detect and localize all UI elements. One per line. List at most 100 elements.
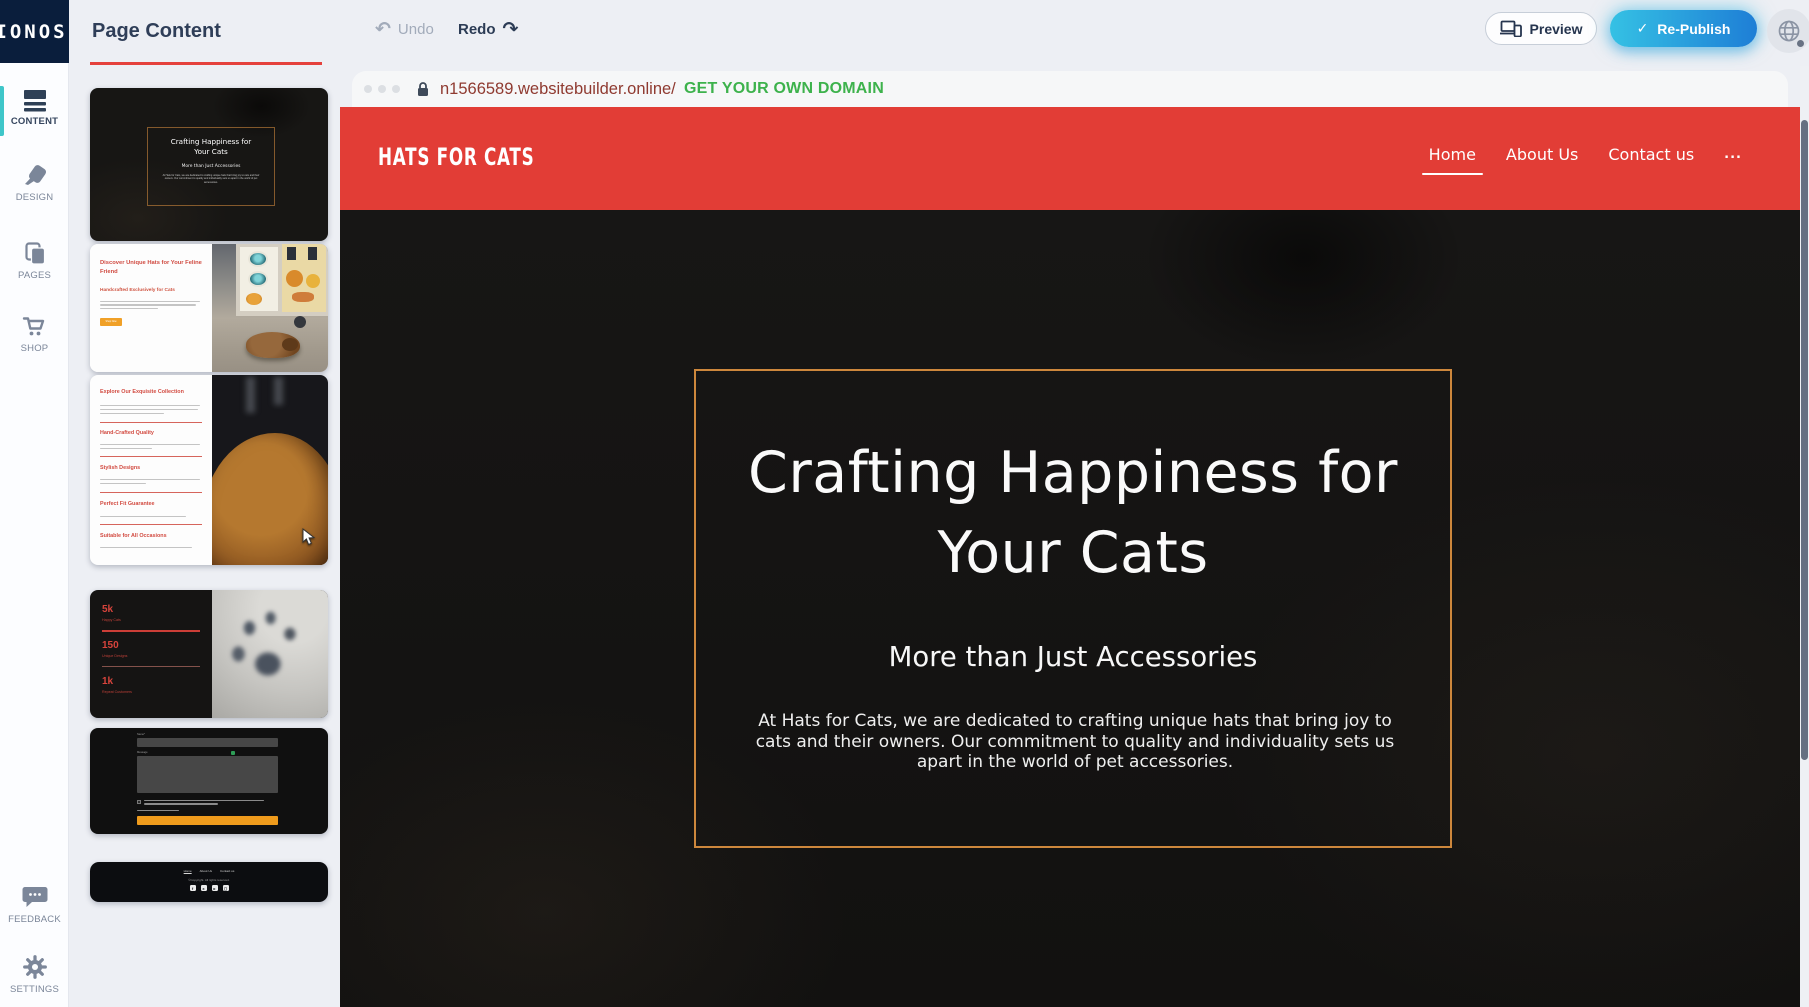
thumb-shop-heading: Discover Unique Hats for Your Feline Fri… xyxy=(100,259,202,276)
stat-label: Happy Cats xyxy=(102,618,121,622)
browser-url-bar: n1566589.websitebuilder.online/ GET YOUR… xyxy=(352,71,1788,107)
site-nav: Home About Us Contact us ... xyxy=(1429,145,1742,164)
section-thumbnail-hero[interactable]: Crafting Happiness forYour Cats More tha… xyxy=(90,88,328,241)
thumb-collection-heading: Explore Our Exquisite Collection xyxy=(100,389,184,395)
thumb-form-checkbox xyxy=(137,800,141,804)
mouse-cursor xyxy=(302,528,316,546)
section-thumbnail-collection[interactable]: Explore Our Exquisite Collection Hand-Cr… xyxy=(90,375,328,565)
hero-title: Crafting Happiness forYour Cats xyxy=(696,433,1450,593)
thumb-form-name-label: Name* xyxy=(137,733,145,736)
preview-button[interactable]: Preview xyxy=(1485,12,1597,45)
sidebar-item-label: SETTINGS xyxy=(10,984,59,995)
site-brand-logo[interactable]: HATS FOR CATS xyxy=(378,143,534,171)
thumb-shop-text-pane: Discover Unique Hats for Your Feline Fri… xyxy=(90,244,212,372)
thumb-form-name-input xyxy=(137,738,278,747)
sidebar-item-label: FEEDBACK xyxy=(8,914,61,925)
text-placeholder-lines xyxy=(144,800,264,807)
window-control-dots xyxy=(364,85,400,93)
sidebar-item-pages[interactable]: PAGES xyxy=(0,240,69,281)
thumb-hero-title: Crafting Happiness forYour Cats xyxy=(171,137,252,157)
cat-figure xyxy=(246,332,300,358)
notification-dot xyxy=(1797,40,1804,47)
stat-value: 1k xyxy=(102,676,113,687)
thumb-collection-heading: Suitable for All Occasions xyxy=(100,533,167,539)
devices-icon xyxy=(1500,20,1522,37)
facebook-icon: f xyxy=(190,885,196,891)
sidebar-item-settings[interactable]: SETTINGS xyxy=(0,954,69,995)
ionos-logo[interactable]: IONOS xyxy=(0,0,69,63)
sidebar-item-label: PAGES xyxy=(18,270,51,281)
redo-button[interactable]: Redo ↷ xyxy=(458,16,518,42)
feedback-bubble-icon xyxy=(21,884,49,910)
shop-cart-icon xyxy=(21,314,48,339)
design-icon xyxy=(22,162,48,188)
section-thumbnail-contact[interactable]: Name* Message xyxy=(90,728,328,834)
thumb-collection-heading: Hand-Crafted Quality xyxy=(100,430,154,436)
ionos-logo-text: IONOS xyxy=(0,21,68,43)
thumb-stats-pane: 5k Happy Cats 150 Unique Designs 1k Repe… xyxy=(90,590,212,718)
section-thumbnail-stats[interactable]: 5k Happy Cats 150 Unique Designs 1k Repe… xyxy=(90,590,328,718)
sidebar-item-label: DESIGN xyxy=(16,192,54,203)
hero-content-box[interactable]: Crafting Happiness forYour Cats More tha… xyxy=(694,369,1452,848)
undo-button[interactable]: ↶ Undo xyxy=(375,16,434,42)
cart-wheel xyxy=(294,316,306,328)
text-placeholder-lines xyxy=(100,301,200,311)
food-cart xyxy=(236,244,328,316)
sidebar-item-feedback[interactable]: FEEDBACK xyxy=(0,884,69,925)
get-domain-link[interactable]: GET YOUR OWN DOMAIN xyxy=(684,80,884,98)
thumb-form-submit-button xyxy=(137,816,278,825)
nav-contact[interactable]: Contact us xyxy=(1608,145,1694,164)
site-header[interactable]: HATS FOR CATS Home About Us Contact us .… xyxy=(340,107,1800,210)
republish-button[interactable]: ✓ Re-Publish xyxy=(1610,10,1757,47)
pages-icon xyxy=(22,240,48,266)
thumb-hero-box: Crafting Happiness forYour Cats More tha… xyxy=(147,127,275,206)
nav-more-menu[interactable]: ... xyxy=(1724,147,1742,162)
youtube-icon: ▸ xyxy=(212,885,218,891)
thumb-shop-now-button: Shop Now xyxy=(100,318,122,326)
scrollbar-thumb[interactable] xyxy=(1801,120,1808,760)
twitter-icon: x xyxy=(201,885,207,891)
stat-label: Repeat Customers xyxy=(102,690,132,694)
thumb-shop-cat-photo xyxy=(212,244,328,372)
form-status-icon xyxy=(231,751,235,755)
thumb-pawprint-photo xyxy=(212,590,328,718)
thumb-collection-list: Explore Our Exquisite Collection Hand-Cr… xyxy=(90,375,212,565)
thumb-collection-heading: Stylish Designs xyxy=(100,465,140,471)
sidebar-item-design[interactable]: DESIGN xyxy=(0,162,69,203)
panel-title: Page Content xyxy=(92,20,221,43)
stat-value: 150 xyxy=(102,640,119,651)
nav-home[interactable]: Home xyxy=(1429,145,1476,164)
section-thumbnail-footer[interactable]: Home About Us Contact us ©Copyright. All… xyxy=(90,862,328,902)
sidebar-item-shop[interactable]: SHOP xyxy=(0,314,69,354)
thumb-form-message-label: Message xyxy=(137,751,148,754)
thumb-footer-social-icons: f x ▸ ◻ xyxy=(90,885,328,891)
paw-print xyxy=(220,606,312,706)
thumb-footer-copyright: ©Copyright. All rights reserved. xyxy=(90,878,328,882)
settings-gear-icon xyxy=(22,954,48,980)
stat-label: Unique Designs xyxy=(102,654,127,658)
sidebar-item-label: CONTENT xyxy=(11,116,58,127)
sidebar-item-content[interactable]: CONTENT xyxy=(0,88,69,127)
section-thumbnail-shop[interactable]: Discover Unique Hats for Your Feline Fri… xyxy=(90,244,328,372)
thumb-hero-body: At Hats for Cats, we are dedicated to cr… xyxy=(158,174,264,184)
thumb-footer-nav: Home About Us Contact us xyxy=(90,869,328,873)
instagram-icon: ◻ xyxy=(223,885,229,891)
language-globe-button[interactable] xyxy=(1767,9,1809,53)
thumb-hero-subtitle: More than Just Accessories xyxy=(182,164,241,169)
thumb-collection-heading: Perfect Fit Guarantee xyxy=(100,501,155,507)
nav-about[interactable]: About Us xyxy=(1506,145,1578,164)
checkmark-icon: ✓ xyxy=(1637,21,1649,37)
undo-arrow-icon: ↶ xyxy=(375,18,391,40)
app-sidebar: IONOS CONTENT DESIGN PAGES SHOP FEEDBAC xyxy=(0,0,69,1007)
thumb-shop-subheading: Handcrafted Exclusively for Cats xyxy=(100,288,175,293)
stat-value: 5k xyxy=(102,604,113,615)
sidebar-item-label: SHOP xyxy=(21,343,49,354)
panel-title-underline xyxy=(90,62,322,65)
lock-icon xyxy=(416,81,430,98)
thumb-form-message-textarea xyxy=(137,756,278,793)
page-content-panel: Page Content Crafting Happiness forYour … xyxy=(69,0,340,1007)
site-url[interactable]: n1566589.websitebuilder.online/ xyxy=(440,80,676,99)
site-hero-section[interactable]: Crafting Happiness forYour Cats More tha… xyxy=(340,210,1800,1007)
hero-body-text: At Hats for Cats, we are dedicated to cr… xyxy=(745,711,1405,773)
hero-subtitle: More than Just Accessories xyxy=(696,641,1450,673)
